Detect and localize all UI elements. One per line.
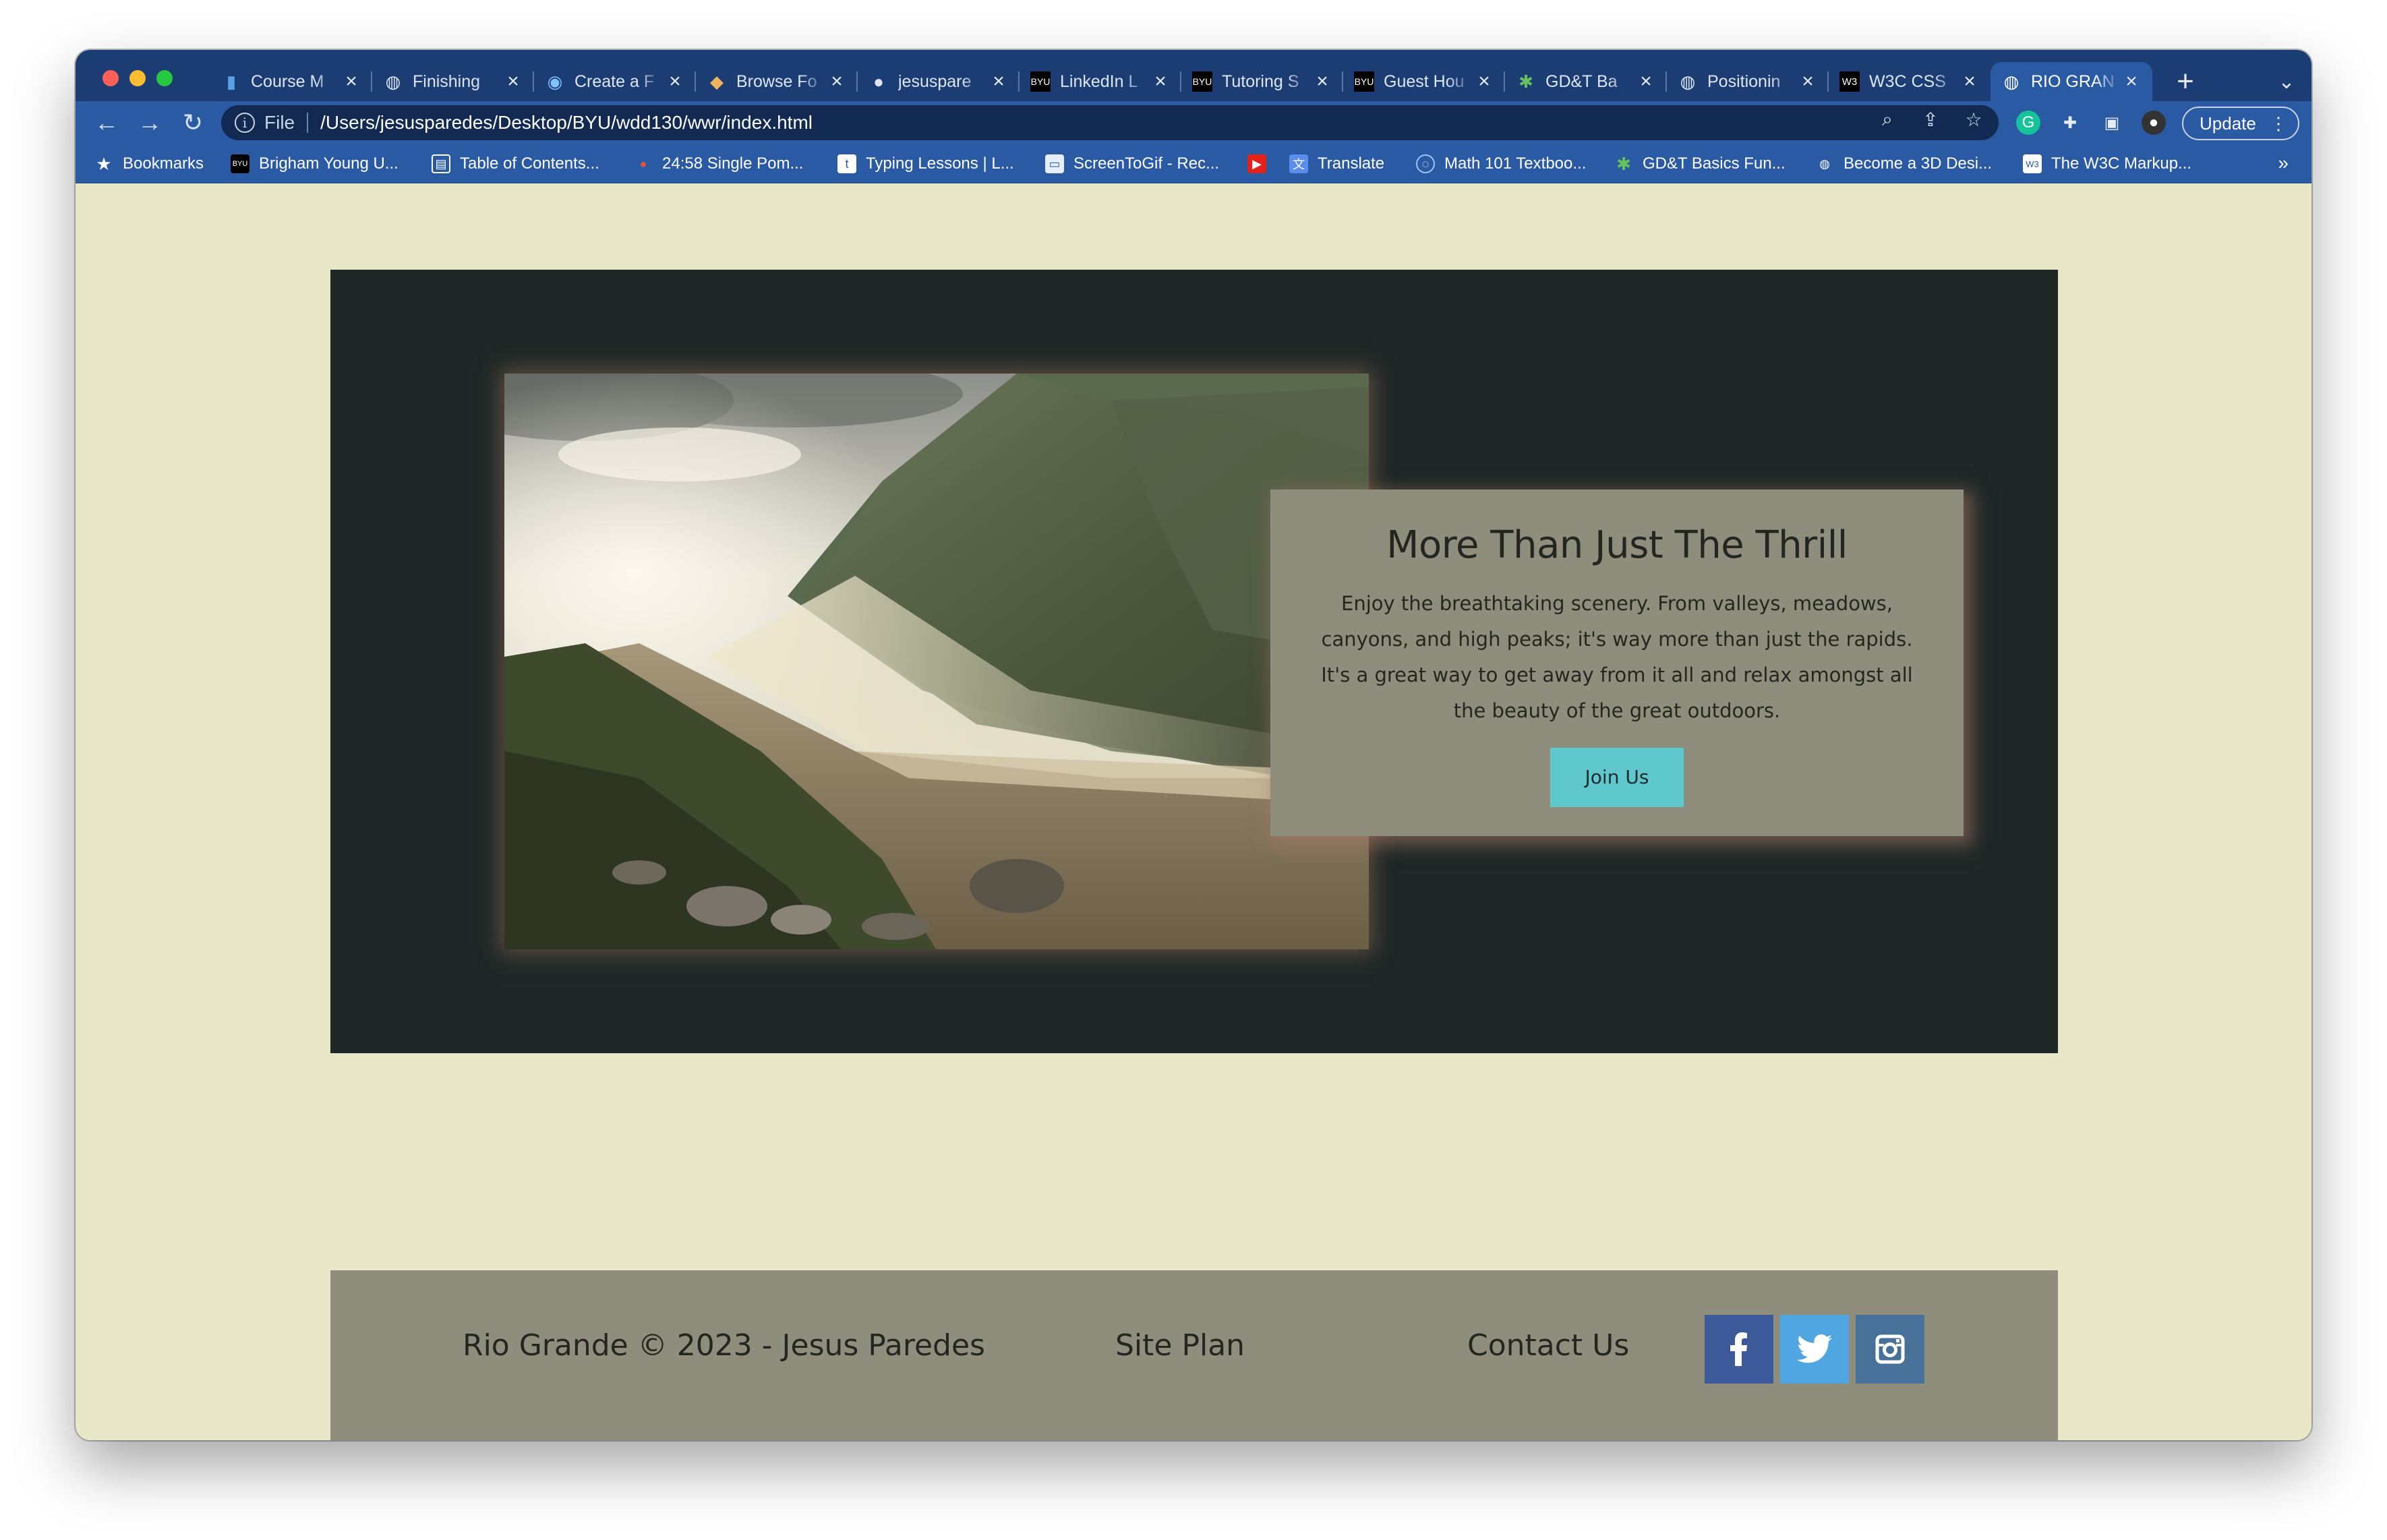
new-tab-button[interactable]: + xyxy=(2166,62,2205,101)
byu-icon: BYU xyxy=(231,154,249,173)
tomato-icon: ● xyxy=(639,156,647,171)
bookmark-screentogif[interactable]: ▭ ScreenToGif - Rec... xyxy=(1045,151,1219,177)
typing-icon: t xyxy=(837,154,856,173)
card-description: Enjoy the breathtaking scenery. From val… xyxy=(1321,592,1913,722)
close-tab-icon[interactable]: × xyxy=(989,70,1009,93)
tab-tutoring[interactable]: BYU Tutoring S × xyxy=(1181,62,1343,101)
zoom-search-icon[interactable]: ⌕ xyxy=(1876,108,1899,131)
bookmark-bookmarks[interactable]: ★ Bookmarks xyxy=(94,151,204,177)
colorful-logo-icon: ◆ xyxy=(710,71,724,92)
mountain-valley-image xyxy=(504,374,1369,949)
bookmarks-bar: ★ Bookmarks BYU Brigham Young U... ▤ Tab… xyxy=(76,144,2311,183)
close-tab-icon[interactable]: × xyxy=(503,70,523,93)
tab-strip: ▮ Course M × ◍ Finishing × ◉ Create a F … xyxy=(76,50,2311,101)
youtube-icon: ▶ xyxy=(1247,154,1266,173)
maximize-window-button[interactable] xyxy=(156,70,173,86)
close-tab-icon[interactable]: × xyxy=(1474,70,1494,93)
gear-icon: ✱ xyxy=(1616,153,1631,174)
tab-github[interactable]: ● jesuspare × xyxy=(858,62,1020,101)
thrill-card: More Than Just The Thrill Enjoy the brea… xyxy=(1270,490,1964,836)
contact-us-link[interactable]: Contact Us xyxy=(1467,1328,1629,1363)
translate-icon: 文 xyxy=(1289,154,1308,173)
bookmark-byu[interactable]: BYU Brigham Young U... xyxy=(231,151,399,177)
join-us-button[interactable]: Join Us xyxy=(1550,748,1684,807)
close-tab-icon[interactable]: × xyxy=(1798,70,1818,93)
more-bookmarks-chevron-icon[interactable]: » xyxy=(2278,152,2289,174)
close-tab-icon[interactable]: × xyxy=(1150,70,1171,93)
more-menu-icon[interactable]: ⋮ xyxy=(2270,113,2287,134)
update-button[interactable]: Update ⋮ xyxy=(2182,107,2299,140)
close-tab-icon[interactable]: × xyxy=(827,70,847,93)
close-tab-icon[interactable]: × xyxy=(2121,70,2142,93)
byu-icon: BYU xyxy=(1354,71,1374,92)
bookmark-3d-design[interactable]: ◍ Become a 3D Desi... xyxy=(1815,151,1992,177)
close-tab-icon[interactable]: × xyxy=(1636,70,1656,93)
close-tab-icon[interactable]: × xyxy=(1959,70,1980,93)
site-plan-link[interactable]: Site Plan xyxy=(1115,1328,1245,1363)
w3c-icon: W3 xyxy=(2023,154,2042,173)
tab-create[interactable]: ◉ Create a F × xyxy=(534,62,696,101)
share-icon[interactable]: ⇪ xyxy=(1919,108,1942,131)
tab-w3c[interactable]: W3 W3C CSS × xyxy=(1829,62,1991,101)
tab-linkedin[interactable]: BYU LinkedIn L × xyxy=(1020,62,1181,101)
w3c-icon: W3 xyxy=(1839,71,1860,92)
bookmark-star-icon[interactable]: ☆ xyxy=(1962,108,1985,131)
byu-icon: BYU xyxy=(1030,71,1051,92)
profile-avatar-icon[interactable]: ● xyxy=(2142,111,2166,135)
footer-copyright: Rio Grande © 2023 - Jesus Paredes xyxy=(463,1328,985,1363)
browser-window: ▮ Course M × ◍ Finishing × ◉ Create a F … xyxy=(76,50,2311,1440)
bookmark-w3c[interactable]: W3 The W3C Markup... xyxy=(2023,151,2191,177)
gear-icon: ✱ xyxy=(1519,71,1533,92)
address-bar[interactable]: i File /Users/jesusparedes/Desktop/BYU/w… xyxy=(221,105,1999,140)
tab-finishing[interactable]: ◍ Finishing × xyxy=(372,62,534,101)
close-tab-icon[interactable]: × xyxy=(1312,70,1332,93)
close-tab-icon[interactable]: × xyxy=(341,70,361,93)
book-icon: ▤ xyxy=(432,154,450,173)
forward-arrow-icon[interactable]: → xyxy=(134,107,166,139)
screen-icon: ▭ xyxy=(1045,154,1064,173)
url-text[interactable]: /Users/jesusparedes/Desktop/BYU/wdd130/w… xyxy=(320,112,813,134)
bookmark-table-of-contents[interactable]: ▤ Table of Contents... xyxy=(432,151,599,177)
byu-icon: BYU xyxy=(1192,71,1212,92)
grammarly-icon[interactable]: G xyxy=(2016,111,2040,135)
sidepanel-icon[interactable]: ▣ xyxy=(2100,111,2124,135)
card-heading: More Than Just The Thrill xyxy=(1386,523,1848,567)
close-window-button[interactable] xyxy=(102,70,119,86)
tab-gdt[interactable]: ✱ GD&T Ba × xyxy=(1505,62,1667,101)
instagram-icon[interactable] xyxy=(1856,1315,1924,1384)
tab-rio-grande[interactable]: ◍ RIO GRAN × xyxy=(1991,62,2152,101)
tab-guest[interactable]: BYU Guest Hou × xyxy=(1343,62,1505,101)
globe-icon: ◍ xyxy=(385,71,401,92)
circle-logo-icon: ◌ xyxy=(1416,154,1435,173)
reload-icon[interactable]: ↻ xyxy=(177,107,209,139)
twitter-icon[interactable] xyxy=(1780,1315,1849,1384)
c-logo-icon: ◉ xyxy=(547,71,563,92)
site-footer: Rio Grande © 2023 - Jesus Paredes Site P… xyxy=(330,1270,2058,1440)
info-icon[interactable]: i xyxy=(235,113,255,133)
browser-toolbar: ← → ↻ i File /Users/jesusparedes/Desktop… xyxy=(76,101,2311,144)
globe-icon: ◍ xyxy=(1680,71,1696,92)
globe-icon: ◍ xyxy=(1819,156,1830,171)
tab-positioning[interactable]: ◍ Positionin × xyxy=(1667,62,1829,101)
bookmark-youtube[interactable]: ▶ xyxy=(1247,151,1276,177)
bookmark-gdt[interactable]: ✱ GD&T Basics Fun... xyxy=(1614,151,1786,177)
bar-chart-icon: ▮ xyxy=(226,71,237,92)
minimize-window-button[interactable] xyxy=(129,70,146,86)
bookmark-typing[interactable]: t Typing Lessons | L... xyxy=(837,151,1014,177)
tab-search-chevron-icon[interactable]: ⌄ xyxy=(2267,62,2306,101)
bookmark-pomodoro[interactable]: ● 24:58 Single Pom... xyxy=(634,151,804,177)
github-icon: ● xyxy=(873,71,884,92)
star-icon: ★ xyxy=(96,153,112,174)
hero-section: More Than Just The Thrill Enjoy the brea… xyxy=(330,270,2058,1053)
tab-browse[interactable]: ◆ Browse Fo × xyxy=(696,62,858,101)
close-tab-icon[interactable]: × xyxy=(665,70,685,93)
globe-icon: ◍ xyxy=(2003,71,2020,92)
bookmark-math-101[interactable]: ◌ Math 101 Textboo... xyxy=(1416,151,1586,177)
facebook-icon[interactable] xyxy=(1705,1315,1773,1384)
puzzle-extensions-icon[interactable]: ✚ xyxy=(2058,111,2082,135)
tab-course[interactable]: ▮ Course M × xyxy=(210,62,372,101)
bookmark-translate[interactable]: 文 Translate xyxy=(1289,151,1384,177)
back-arrow-icon[interactable]: ← xyxy=(90,107,123,139)
page-viewport: More Than Just The Thrill Enjoy the brea… xyxy=(76,183,2311,1440)
